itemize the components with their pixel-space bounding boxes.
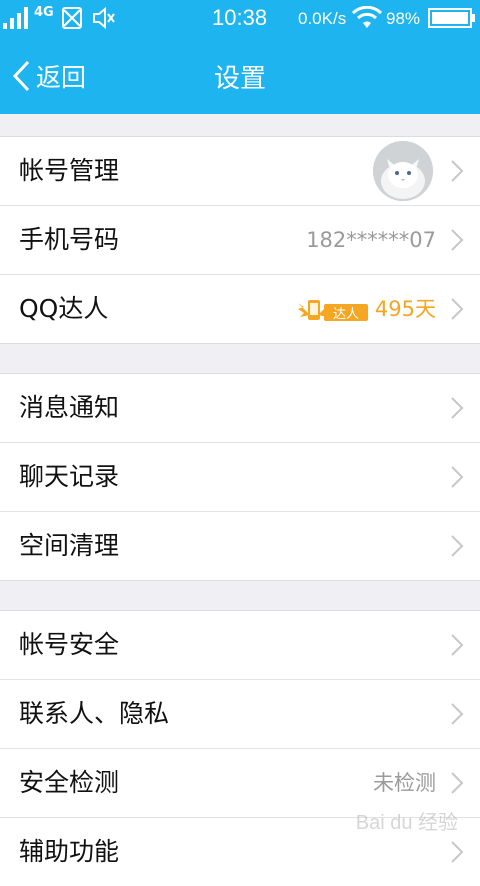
- daren-days-value: 495天: [374, 297, 436, 321]
- chevron-right-icon: [451, 772, 464, 794]
- page-title: 设置: [213, 64, 266, 94]
- wifi-icon: [352, 6, 382, 28]
- row-label: 聊天记录: [19, 462, 120, 491]
- battery-percent: 98%: [386, 9, 421, 28]
- nav-bar: 返回 设置: [0, 36, 480, 114]
- chevron-right-icon: [451, 298, 464, 320]
- row-label: 帐号管理: [19, 156, 120, 185]
- row-label: 帐号安全: [19, 630, 120, 659]
- account-security-row[interactable]: 帐号安全: [0, 611, 480, 679]
- row-label: 联系人、隐私: [19, 699, 170, 728]
- mute-icon: [93, 7, 115, 29]
- row-label: 手机号码: [19, 225, 120, 254]
- qq-daren-row[interactable]: QQ达人 达人 495天: [0, 274, 480, 343]
- network-speed: 0.0K/s: [298, 9, 347, 28]
- phone-number-value: 182******07: [306, 228, 436, 252]
- chevron-right-icon: [451, 160, 464, 182]
- contacts-privacy-row[interactable]: 联系人、隐私: [0, 679, 480, 748]
- chevron-right-icon: [451, 466, 464, 488]
- signal-icon: [3, 7, 28, 29]
- no-sim-icon: [62, 7, 82, 29]
- phone-number-row[interactable]: 手机号码 182******07: [0, 205, 480, 274]
- settings-group-security: 帐号安全 联系人、隐私 安全检测 未检测 辅助功能: [0, 610, 480, 886]
- chevron-right-icon: [451, 634, 464, 656]
- avatar: [373, 141, 433, 201]
- account-management-row[interactable]: 帐号管理: [0, 137, 480, 205]
- chevron-right-icon: [451, 703, 464, 725]
- row-label: 辅助功能: [19, 837, 120, 866]
- storage-cleanup-row[interactable]: 空间清理: [0, 511, 480, 580]
- badge-label: 达人: [333, 307, 359, 322]
- settings-group-messages: 消息通知 聊天记录 空间清理: [0, 373, 480, 581]
- row-label: 消息通知: [19, 393, 120, 422]
- watermark: Bai du 经验: [355, 812, 458, 834]
- row-label: 空间清理: [19, 531, 120, 560]
- clock: 10:38: [212, 5, 268, 30]
- chat-history-row[interactable]: 聊天记录: [0, 442, 480, 511]
- message-notification-row[interactable]: 消息通知: [0, 374, 480, 442]
- row-label: 安全检测: [19, 768, 120, 797]
- chevron-right-icon: [451, 397, 464, 419]
- qq-daren-badge-icon: 达人: [298, 300, 368, 322]
- chevron-right-icon: [451, 535, 464, 557]
- battery-icon: [428, 8, 475, 28]
- chevron-right-icon: [451, 841, 464, 863]
- chevron-right-icon: [451, 229, 464, 251]
- status-bar: 4G 10:38 0.0K/s 98%: [0, 0, 480, 36]
- network-type: 4G: [34, 5, 54, 20]
- row-label: QQ达人: [19, 294, 109, 323]
- settings-group-account: 帐号管理 手机号码 182******07 QQ达人 达人 495天: [0, 136, 480, 344]
